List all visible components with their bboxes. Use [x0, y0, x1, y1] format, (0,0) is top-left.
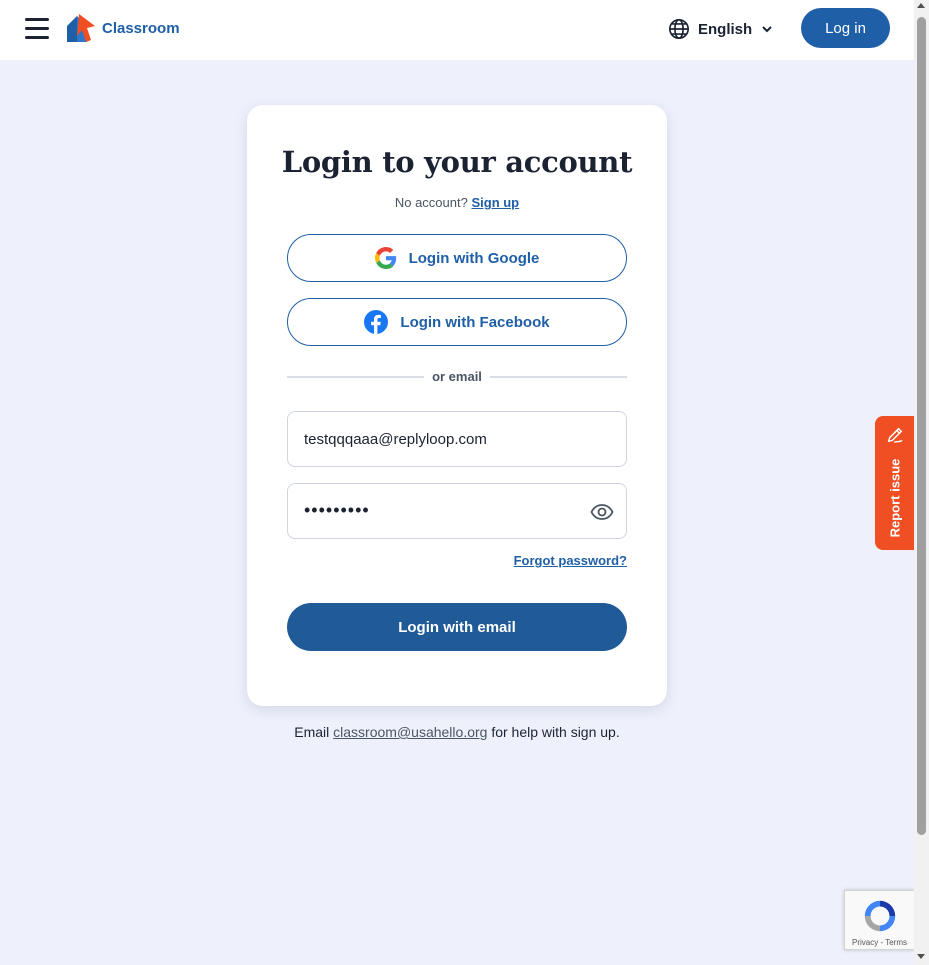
- help-suffix: for help with sign up.: [491, 724, 620, 740]
- or-email-divider: or email: [287, 367, 627, 387]
- header-login-button[interactable]: Log in: [801, 8, 890, 48]
- facebook-icon: [364, 310, 389, 334]
- language-label: English: [698, 20, 753, 38]
- recaptcha-privacy-link[interactable]: Privacy: [852, 938, 878, 947]
- google-icon: [374, 247, 396, 269]
- login-facebook-button[interactable]: Login with Facebook: [287, 298, 627, 346]
- recaptcha-footer: Privacy - Terms: [845, 938, 914, 947]
- language-selector[interactable]: English: [668, 17, 774, 41]
- scroll-down-arrow-icon[interactable]: [917, 954, 925, 959]
- email-value: testqqqaaa@replyloop.com: [304, 431, 487, 448]
- recaptcha-icon: [864, 900, 896, 932]
- scroll-thumb[interactable]: [917, 17, 926, 835]
- page-title: Login to your account: [281, 145, 633, 179]
- email-field[interactable]: testqqqaaa@replyloop.com: [287, 411, 627, 467]
- recaptcha-terms-link[interactable]: Terms: [885, 938, 907, 947]
- facebook-button-label: Login with Facebook: [400, 313, 550, 331]
- globe-icon: [669, 19, 689, 39]
- login-google-button[interactable]: Login with Google: [287, 234, 627, 282]
- recaptcha-badge[interactable]: Privacy - Terms: [844, 890, 914, 950]
- logo-text: Classroom: [102, 19, 180, 37]
- password-field[interactable]: •••••••••: [287, 483, 627, 539]
- house-logo-icon: [67, 14, 95, 42]
- pencil-icon: [887, 427, 903, 443]
- no-account-line: No account? Sign up: [247, 195, 667, 210]
- report-issue-button[interactable]: Report issue: [875, 416, 914, 550]
- page-scrollbar[interactable]: [914, 0, 929, 965]
- classroom-logo[interactable]: Classroom: [65, 12, 180, 44]
- forgot-password-link[interactable]: Forgot password?: [514, 553, 627, 568]
- divider-text: or email: [432, 369, 482, 384]
- sign-up-link[interactable]: Sign up: [471, 195, 519, 210]
- help-text: Email classroom@usahello.org for help wi…: [0, 724, 914, 740]
- chevron-down-icon: [762, 26, 772, 33]
- login-email-button[interactable]: Login with email: [287, 603, 627, 651]
- eye-icon[interactable]: [590, 500, 614, 524]
- top-header: Classroom English Log in: [0, 0, 914, 60]
- no-account-text: No account?: [394, 195, 468, 210]
- login-card: Login to your account No account? Sign u…: [247, 105, 667, 706]
- support-email-link[interactable]: classroom@usahello.org: [333, 724, 487, 740]
- password-value: •••••••••: [304, 500, 370, 520]
- hamburger-menu-icon[interactable]: [25, 17, 49, 41]
- report-issue-label: Report issue: [887, 458, 903, 538]
- google-button-label: Login with Google: [408, 249, 540, 267]
- help-prefix: Email: [294, 724, 330, 740]
- scroll-up-arrow-icon[interactable]: [917, 3, 925, 8]
